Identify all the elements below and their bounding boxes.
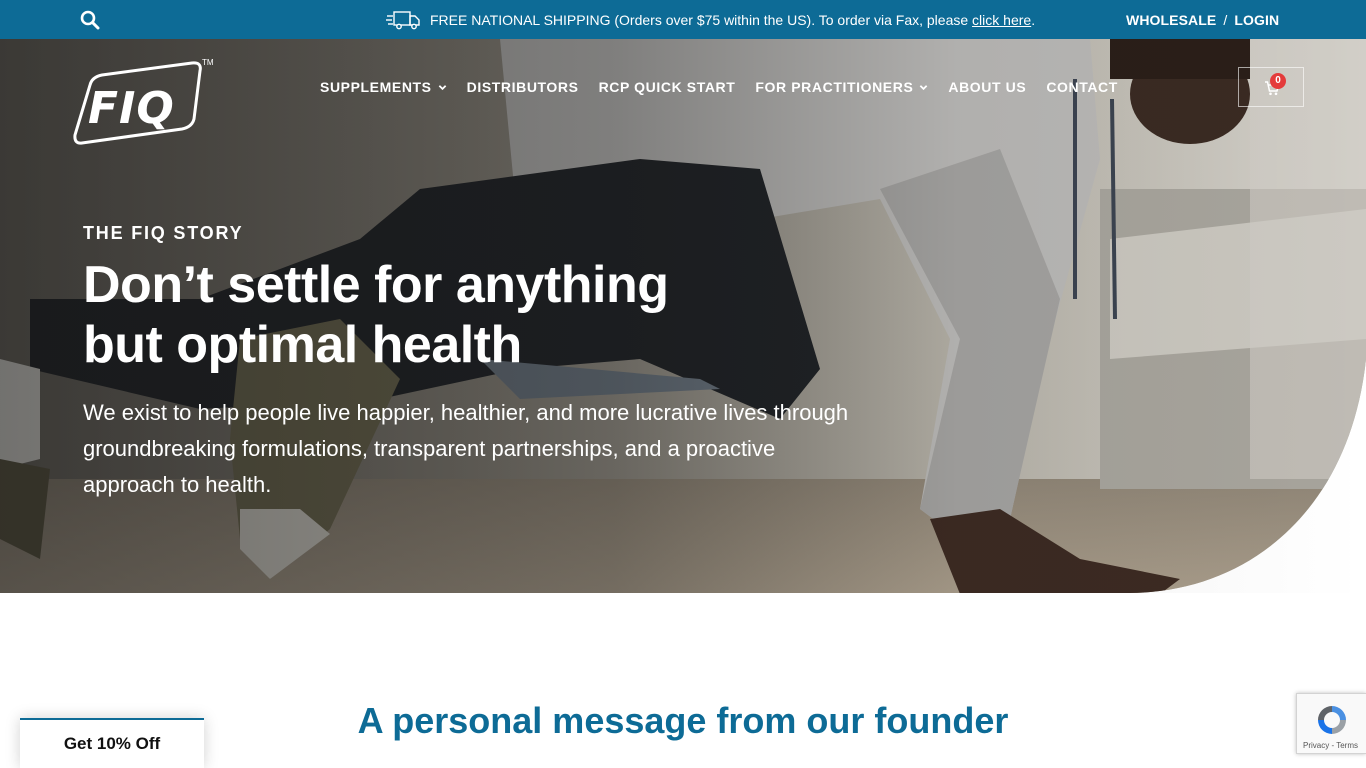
cart-button[interactable]: 0 [1238, 67, 1304, 107]
recaptcha-icon [1318, 706, 1346, 734]
hero-headline: Don’t settle for anything but optimal he… [83, 255, 803, 375]
cart-count-badge: 0 [1270, 73, 1286, 89]
recaptcha-links: Privacy - Terms [1303, 741, 1358, 750]
login-link[interactable]: LOGIN [1234, 12, 1279, 28]
account-links: WHOLESALE / LOGIN [1126, 12, 1279, 28]
nav-item-label: CONTACT [1046, 79, 1118, 95]
hero-headline-line-1: Don’t settle for anything [83, 256, 669, 314]
nav-item-label: FOR PRACTITIONERS [755, 79, 914, 95]
chevron-down-icon [438, 84, 446, 90]
nav-item-label: DISTRIBUTORS [466, 79, 579, 95]
hero-section: FIQ TM SUPPLEMENTS DISTRIBUTORS RCP QUICK … [0, 39, 1366, 593]
recaptcha-badge[interactable]: Privacy - Terms [1296, 693, 1366, 754]
nav-item-rcp-quick-start[interactable]: RCP QUICK START [599, 79, 736, 95]
nav-item-label: SUPPLEMENTS [320, 79, 432, 95]
logo-wordmark: FIQ [88, 83, 175, 134]
search-icon[interactable] [80, 10, 100, 30]
chevron-down-icon [920, 84, 928, 90]
nav-item-about-us[interactable]: ABOUT US [948, 79, 1026, 95]
account-separator: / [1223, 12, 1228, 28]
nav-item-supplements[interactable]: SUPPLEMENTS [320, 79, 447, 95]
delivery-truck-icon [386, 11, 420, 30]
recaptcha-privacy-link[interactable]: Privacy [1303, 741, 1329, 750]
nav-item-distributors[interactable]: DISTRIBUTORS [467, 79, 579, 95]
recaptcha-terms-link[interactable]: Terms [1336, 741, 1358, 750]
discount-popup-button[interactable]: Get 10% Off [20, 718, 204, 768]
logo-trademark: TM [202, 58, 214, 67]
wholesale-link[interactable]: WHOLESALE [1126, 12, 1216, 28]
main-navigation: SUPPLEMENTS DISTRIBUTORS RCP QUICK START FO… [320, 79, 1118, 95]
hero-kicker: THE FIQ STORY [83, 223, 244, 243]
nav-item-contact[interactable]: CONTACT [1046, 79, 1118, 95]
announcement-bar: FREE NATIONAL SHIPPING (Orders over $75 … [0, 0, 1366, 39]
fiq-logo[interactable]: FIQ TM [72, 57, 218, 147]
founder-section-title: A personal message from our founder [357, 700, 1009, 741]
fax-order-link[interactable]: click here [972, 12, 1031, 28]
nav-item-for-practitioners[interactable]: FOR PRACTITIONERS [755, 79, 928, 95]
nav-item-label: ABOUT US [948, 79, 1027, 95]
nav-item-label: RCP QUICK START [598, 79, 736, 95]
shipping-notice: FREE NATIONAL SHIPPING (Orders over $75 … [386, 9, 1035, 31]
hero-headline-line-2: but optimal health [83, 316, 522, 374]
shipping-text: FREE NATIONAL SHIPPING (Orders over $75 … [430, 12, 1036, 28]
hero-intro: We exist to help people live happier, he… [83, 400, 849, 497]
